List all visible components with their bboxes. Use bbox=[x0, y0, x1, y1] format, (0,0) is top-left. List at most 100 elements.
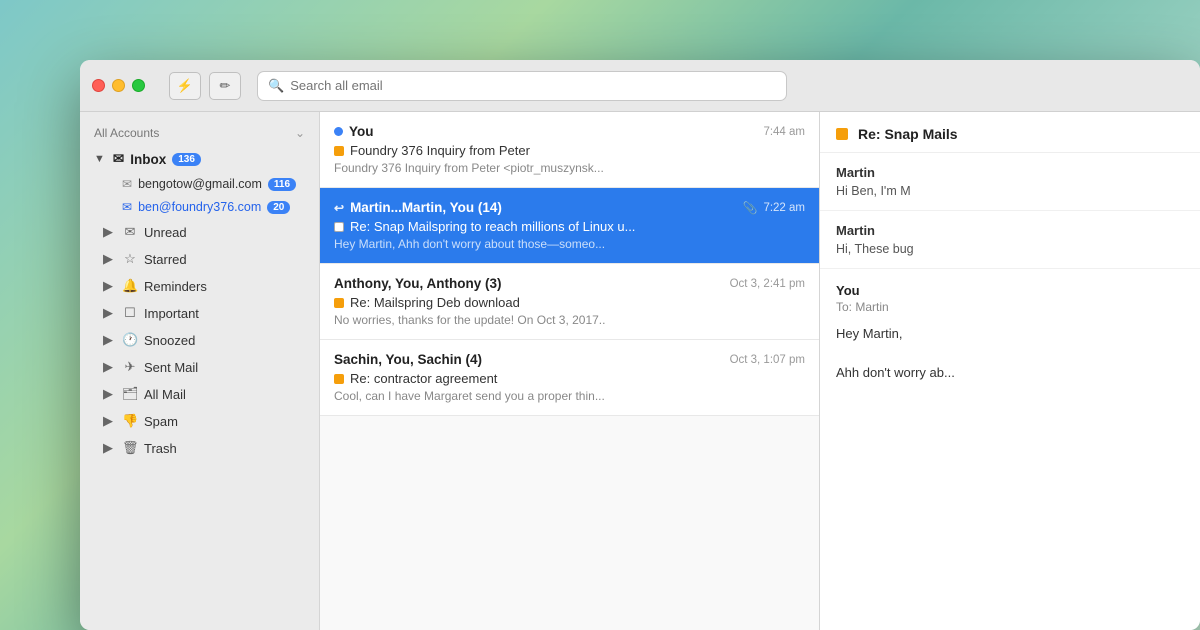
sidebar-item-unread[interactable]: ▶ ✉ Unread bbox=[86, 219, 313, 245]
sidebar-item-inbox[interactable]: ▼ ✉ Inbox 136 bbox=[80, 146, 319, 172]
allmail-chevron-icon: ▶ bbox=[100, 386, 116, 402]
compose-area: You To: Martin Hey Martin, Ahh don't wor… bbox=[820, 269, 1200, 397]
trash-label: Trash bbox=[144, 441, 299, 456]
accounts-header: All Accounts ⌄ bbox=[80, 116, 319, 146]
tag-dot-white bbox=[334, 222, 344, 232]
list-item[interactable]: Sachin, You, Sachin (4) Oct 3, 1:07 pm R… bbox=[320, 340, 819, 416]
preview-subject: Re: Snap Mails bbox=[858, 126, 958, 142]
unread-icon: ▶ bbox=[100, 224, 116, 240]
list-item[interactable]: ↩ Martin...Martin, You (14) 📎 7:22 am Re… bbox=[320, 188, 819, 264]
sidebar-item-snoozed[interactable]: ▶ 🕐 Snoozed bbox=[86, 327, 313, 353]
spam-icon: 👎 bbox=[122, 413, 138, 429]
activity-icon: ⚡ bbox=[177, 78, 193, 94]
compose-button[interactable]: ✏ bbox=[209, 72, 241, 100]
subject-text: Re: contractor agreement bbox=[350, 371, 497, 386]
sent-icon: ✈ bbox=[122, 359, 138, 375]
email-sender: ↩ Martin...Martin, You (14) bbox=[334, 200, 502, 215]
starred-label: Starred bbox=[144, 252, 299, 267]
mail-icon: ✉ bbox=[122, 224, 138, 240]
account-email-foundry: ben@foundry376.com bbox=[138, 200, 261, 214]
preview-header: Re: Snap Mails bbox=[820, 112, 1200, 153]
email-preview: Hey Martin, Ahh don't worry about those—… bbox=[334, 237, 805, 251]
email-row-header: Anthony, You, Anthony (3) Oct 3, 2:41 pm bbox=[334, 276, 805, 291]
traffic-lights bbox=[92, 79, 145, 92]
titlebar: ⚡ ✏ 🔍 bbox=[80, 60, 1200, 112]
accounts-chevron-icon[interactable]: ⌄ bbox=[295, 126, 305, 140]
compose-from: You bbox=[836, 283, 1184, 298]
sent-label: Sent Mail bbox=[144, 360, 299, 375]
important-icon: ☐ bbox=[122, 305, 138, 321]
sender-name: You bbox=[349, 124, 374, 139]
account-icon-gmail: ✉ bbox=[122, 177, 132, 191]
accounts-label: All Accounts bbox=[94, 126, 159, 140]
sidebar-item-trash[interactable]: ▶ 🗑 Trash bbox=[86, 435, 313, 461]
inbox-badge: 136 bbox=[172, 153, 201, 166]
sidebar-item-spam[interactable]: ▶ 👎 Spam bbox=[86, 408, 313, 434]
sent-chevron-icon: ▶ bbox=[100, 359, 116, 375]
reminders-label: Reminders bbox=[144, 279, 299, 294]
compose-icon: ✏ bbox=[220, 78, 231, 94]
thread-sender: Martin bbox=[836, 165, 875, 180]
email-preview: Cool, can I have Margaret send you a pro… bbox=[334, 389, 805, 403]
inbox-chevron-icon: ▼ bbox=[94, 153, 105, 165]
email-sender: You bbox=[334, 124, 374, 139]
list-item[interactable]: You 7:44 am Foundry 376 Inquiry from Pet… bbox=[320, 112, 819, 188]
email-row-header: You 7:44 am bbox=[334, 124, 805, 139]
email-subject: Re: Mailspring Deb download bbox=[334, 295, 805, 310]
tag-dot-yellow bbox=[334, 298, 344, 308]
minimize-button[interactable] bbox=[112, 79, 125, 92]
trash-icon: 🗑 bbox=[122, 440, 138, 456]
sidebar-item-reminders[interactable]: ▶ 🔔 Reminders bbox=[86, 273, 313, 299]
maximize-button[interactable] bbox=[132, 79, 145, 92]
spam-label: Spam bbox=[144, 414, 299, 429]
toolbar-icons: ⚡ ✏ bbox=[169, 72, 241, 100]
snoozed-chevron-icon: ▶ bbox=[100, 332, 116, 348]
search-bar[interactable]: 🔍 bbox=[257, 71, 787, 101]
email-sender: Anthony, You, Anthony (3) bbox=[334, 276, 501, 291]
search-input[interactable] bbox=[290, 78, 776, 93]
email-subject: Re: Snap Mailspring to reach millions of… bbox=[334, 219, 805, 234]
preview-tag-icon bbox=[836, 128, 848, 140]
account-badge-gmail: 116 bbox=[268, 178, 296, 191]
email-time: 7:22 am bbox=[763, 202, 805, 214]
subject-text: Re: Mailspring Deb download bbox=[350, 295, 520, 310]
inbox-label: Inbox bbox=[130, 152, 166, 167]
sidebar-account-foundry[interactable]: ✉ ben@foundry376.com 20 bbox=[86, 196, 313, 218]
trash-chevron-icon: ▶ bbox=[100, 440, 116, 456]
thread-sender: Martin bbox=[836, 223, 875, 238]
sidebar: All Accounts ⌄ ▼ ✉ Inbox 136 ✉ bengotow@… bbox=[80, 112, 320, 630]
sidebar-item-important[interactable]: ▶ ☐ Important bbox=[86, 300, 313, 326]
account-badge-foundry: 20 bbox=[267, 201, 290, 214]
spam-chevron-icon: ▶ bbox=[100, 413, 116, 429]
snoozed-label: Snoozed bbox=[144, 333, 299, 348]
unread-label: Unread bbox=[144, 225, 299, 240]
email-time: Oct 3, 1:07 pm bbox=[730, 354, 805, 366]
email-subject: Re: contractor agreement bbox=[334, 371, 805, 386]
close-button[interactable] bbox=[92, 79, 105, 92]
email-list: You 7:44 am Foundry 376 Inquiry from Pet… bbox=[320, 112, 820, 630]
email-time: 7:44 am bbox=[763, 126, 805, 138]
thread-message: Martin Hi, These bug bbox=[820, 211, 1200, 269]
thread-message: Martin Hi Ben, I'm M bbox=[820, 153, 1200, 211]
list-item[interactable]: Anthony, You, Anthony (3) Oct 3, 2:41 pm… bbox=[320, 264, 819, 340]
thread-msg-body: Hi, These bug bbox=[836, 242, 1184, 256]
main-content: All Accounts ⌄ ▼ ✉ Inbox 136 ✉ bengotow@… bbox=[80, 112, 1200, 630]
thread-msg-header: Martin bbox=[836, 165, 1184, 180]
email-preview-panel: Re: Snap Mails Martin Hi Ben, I'm M Mart… bbox=[820, 112, 1200, 630]
reply-icon: ↩ bbox=[334, 201, 344, 215]
sidebar-item-sent[interactable]: ▶ ✈ Sent Mail bbox=[86, 354, 313, 380]
attachment-icon: 📎 bbox=[742, 201, 757, 215]
compose-body: Hey Martin, Ahh don't worry ab... bbox=[836, 324, 1184, 383]
sidebar-account-gmail[interactable]: ✉ bengotow@gmail.com 116 bbox=[86, 173, 313, 195]
inbox-icon: ✉ bbox=[113, 151, 124, 167]
thread-msg-body: Hi Ben, I'm M bbox=[836, 184, 1184, 198]
activity-button[interactable]: ⚡ bbox=[169, 72, 201, 100]
sidebar-item-starred[interactable]: ▶ ☆ Starred bbox=[86, 246, 313, 272]
star-icon: ☆ bbox=[122, 251, 138, 267]
tag-dot-yellow bbox=[334, 146, 344, 156]
account-email-gmail: bengotow@gmail.com bbox=[138, 177, 262, 191]
email-sender: Sachin, You, Sachin (4) bbox=[334, 352, 482, 367]
sidebar-item-allmail[interactable]: ▶ 🗂 All Mail bbox=[86, 381, 313, 407]
important-chevron-icon: ▶ bbox=[100, 305, 116, 321]
email-subject: Foundry 376 Inquiry from Peter bbox=[334, 143, 805, 158]
